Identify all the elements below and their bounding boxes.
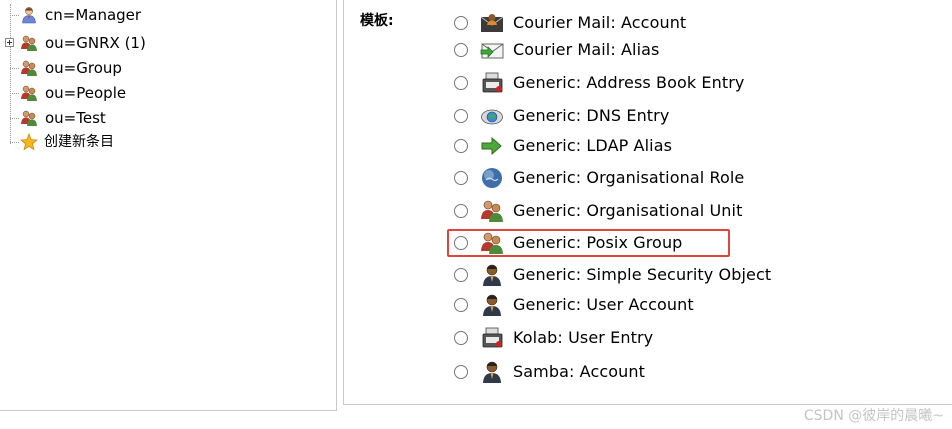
user-dark-icon	[483, 294, 501, 316]
template-option-label: Generic: Simple Security Object	[513, 265, 772, 284]
tree-item-create-new-entry[interactable]: 创建新条目	[0, 131, 330, 153]
template-option-label: Courier Mail: Alias	[513, 40, 660, 59]
globe-icon	[482, 168, 502, 188]
user-dark-icon	[483, 264, 501, 286]
template-radio[interactable]	[454, 204, 468, 218]
template-radio[interactable]	[454, 43, 468, 57]
template-option-label: Courier Mail: Account	[513, 13, 687, 32]
template-option-organisational-unit[interactable]: Generic: Organisational Unit	[452, 198, 892, 224]
template-radio[interactable]	[454, 76, 468, 90]
template-option-label: Generic: Organisational Role	[513, 168, 745, 187]
panel-bottom-border	[0, 410, 337, 411]
dns-icon	[481, 109, 503, 125]
tree-label: cn=Manager	[45, 6, 142, 24]
tree-label: ou=Group	[45, 59, 122, 77]
mail-arrow-icon	[480, 43, 504, 59]
panel-divider	[336, 0, 337, 410]
template-option-organisational-role[interactable]: Generic: Organisational Role	[452, 165, 892, 191]
template-option-label: Generic: Address Book Entry	[513, 73, 745, 92]
template-radio[interactable]	[454, 331, 468, 345]
template-option-dns-entry[interactable]: Generic: DNS Entry	[452, 103, 892, 129]
tree-label: ou=GNRX (1)	[45, 34, 146, 52]
address-book-icon	[482, 327, 503, 348]
group-icon	[21, 60, 37, 76]
address-book-icon	[482, 72, 503, 93]
content-left-border	[343, 0, 344, 404]
tree-item-manager[interactable]: cn=Manager	[0, 4, 330, 26]
ldap-tree: cn=Manager ou=GNRX (1) ou=Group ou=Peopl…	[0, 0, 336, 410]
user-icon	[22, 7, 36, 24]
template-option-label: Kolab: User Entry	[513, 328, 654, 347]
tree-item-gnrx[interactable]: ou=GNRX (1)	[0, 32, 330, 54]
user-dark-icon	[483, 361, 501, 383]
template-radio[interactable]	[454, 139, 468, 153]
template-option-ldap-alias[interactable]: Generic: LDAP Alias	[452, 133, 892, 159]
selection-highlight-box	[447, 229, 730, 257]
group-icon	[481, 200, 503, 222]
template-option-user-account[interactable]: Generic: User Account	[452, 292, 892, 318]
tree-label: ou=Test	[45, 109, 106, 127]
template-option-samba-account[interactable]: Samba: Account	[452, 359, 892, 385]
template-option-label: Samba: Account	[513, 362, 645, 381]
template-label: 模板:	[360, 13, 394, 29]
expand-plus-icon[interactable]	[5, 38, 14, 47]
template-radio[interactable]	[454, 171, 468, 185]
tree-label: 创建新条目	[44, 134, 114, 150]
group-icon	[21, 110, 37, 126]
template-option-label: Generic: User Account	[513, 295, 694, 314]
template-radio[interactable]	[454, 109, 468, 123]
template-option-simple-security-object[interactable]: Generic: Simple Security Object	[452, 262, 892, 288]
template-option-label: Generic: LDAP Alias	[513, 136, 673, 155]
group-icon	[21, 35, 37, 51]
template-radio[interactable]	[454, 16, 468, 30]
tree-item-people[interactable]: ou=People	[0, 82, 330, 104]
template-option-courier-mail-alias[interactable]: Courier Mail: Alias	[452, 37, 892, 63]
template-radio[interactable]	[454, 268, 468, 282]
template-radio[interactable]	[454, 298, 468, 312]
template-option-label: Generic: DNS Entry	[513, 106, 670, 125]
star-icon	[20, 133, 38, 151]
template-option-courier-mail-account[interactable]: Courier Mail: Account	[452, 10, 892, 36]
template-option-kolab-user-entry[interactable]: Kolab: User Entry	[452, 325, 892, 351]
template-option-label: Generic: Organisational Unit	[513, 201, 743, 220]
group-icon	[21, 85, 37, 101]
template-radio[interactable]	[454, 365, 468, 379]
arrow-right-icon	[481, 136, 502, 156]
template-option-address-book-entry[interactable]: Generic: Address Book Entry	[452, 70, 892, 96]
tree-item-test[interactable]: ou=Test	[0, 107, 330, 129]
tree-item-group[interactable]: ou=Group	[0, 57, 330, 79]
ldap-admin-screen: cn=Manager ou=GNRX (1) ou=Group ou=Peopl…	[0, 0, 952, 429]
tree-label: ou=People	[45, 84, 127, 102]
watermark: CSDN @彼岸的晨曦~	[803, 408, 944, 424]
mail-user-icon	[480, 14, 504, 32]
